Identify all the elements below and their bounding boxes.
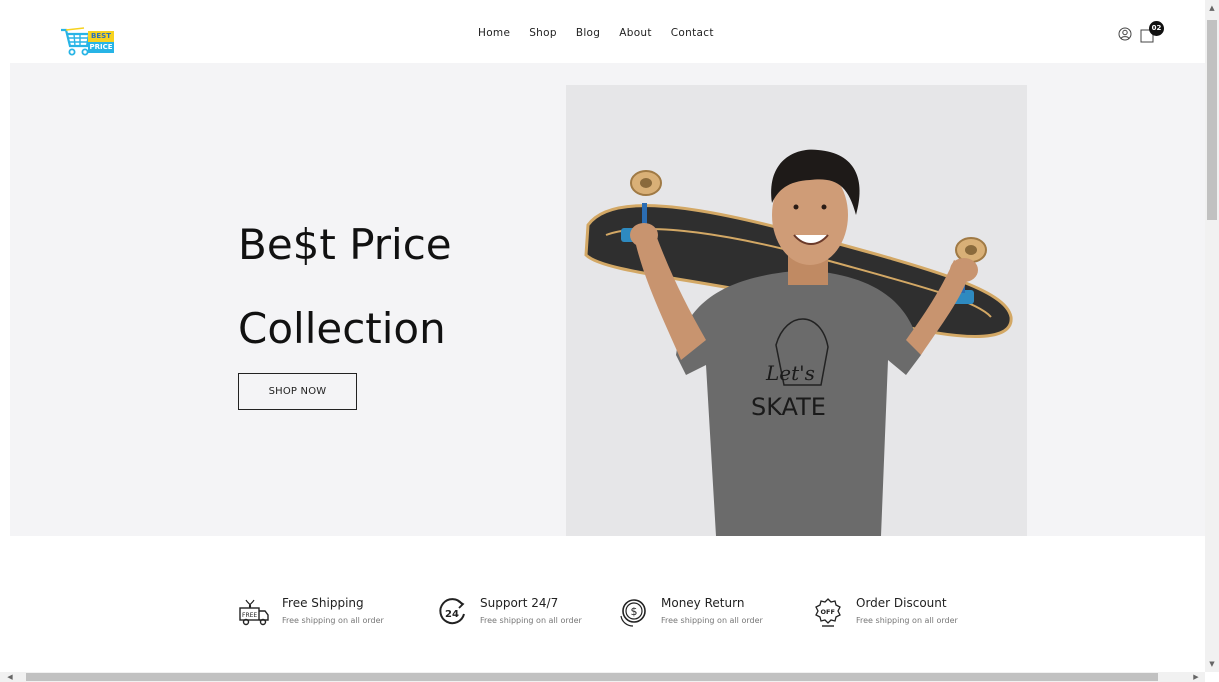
features-strip: FREE Free Shipping Free shipping on all … — [0, 536, 1205, 672]
scroll-up-arrow-icon[interactable]: ▲ — [1205, 2, 1219, 14]
logo-line-1: BEST — [88, 31, 114, 42]
user-icon[interactable] — [1118, 27, 1132, 41]
shirt-print-line-2: SKATE — [751, 393, 826, 421]
feature-desc: Free shipping on all order — [480, 616, 582, 625]
nav-about[interactable]: About — [619, 27, 652, 41]
truck-icon-label: FREE — [242, 612, 257, 619]
feature-desc: Free shipping on all order — [856, 616, 958, 625]
money-return-icon: $ — [620, 599, 646, 627]
shirt-print-line-1: Let's — [765, 361, 815, 385]
horizontal-scroll-thumb[interactable] — [26, 673, 1158, 681]
vertical-scroll-thumb[interactable] — [1207, 20, 1217, 220]
feature-title: Support 24/7 — [480, 596, 559, 610]
main-nav: Home Shop Blog About Contact — [478, 27, 714, 41]
hero-title-line-1: Be$t Price — [238, 220, 452, 269]
vertical-scrollbar[interactable]: ▲ ▼ — [1205, 0, 1219, 672]
man-with-skateboard-illustration: Let's SKATE — [566, 85, 1027, 536]
logo-wordmark: BEST PRICE — [88, 31, 114, 53]
discount-badge-icon: OFF — [815, 598, 841, 627]
feature-title: Order Discount — [856, 596, 947, 610]
cart-count-badge: 02 — [1149, 21, 1164, 36]
scroll-left-arrow-icon[interactable]: ◀ — [4, 672, 16, 682]
hero-section: Be$t Price Collection SHOP NOW Let's SKA… — [10, 63, 1205, 536]
scroll-down-arrow-icon[interactable]: ▼ — [1205, 658, 1219, 670]
feature-desc: Free shipping on all order — [282, 616, 384, 625]
logo-line-2: PRICE — [88, 42, 114, 53]
nav-home[interactable]: Home — [478, 27, 510, 41]
clock-icon-label: 24 — [445, 609, 459, 620]
nav-shop[interactable]: Shop — [529, 27, 557, 41]
nav-contact[interactable]: Contact — [671, 27, 714, 41]
feature-title: Money Return — [661, 596, 745, 610]
clock-24-icon: 24 — [439, 598, 465, 625]
truck-icon: FREE — [239, 599, 269, 626]
hero-title: Be$t Price Collection — [238, 203, 452, 371]
feature-title: Free Shipping — [282, 596, 364, 610]
horizontal-scrollbar[interactable]: ◀ ▶ — [0, 672, 1205, 682]
hero-image: Let's SKATE — [566, 85, 1027, 536]
feature-desc: Free shipping on all order — [661, 616, 763, 625]
scroll-right-arrow-icon[interactable]: ▶ — [1190, 672, 1202, 682]
hero-title-line-2: Collection — [238, 304, 446, 353]
brand-logo[interactable]: BEST PRICE — [60, 26, 116, 60]
shopping-cart-logo-icon — [61, 27, 90, 56]
shop-now-button[interactable]: SHOP NOW — [238, 373, 357, 410]
site-header: BEST PRICE Home Shop Blog About Contact … — [0, 0, 1205, 63]
discount-icon-label: OFF — [821, 608, 835, 616]
svg-text:$: $ — [631, 605, 638, 618]
nav-blog[interactable]: Blog — [576, 27, 600, 41]
